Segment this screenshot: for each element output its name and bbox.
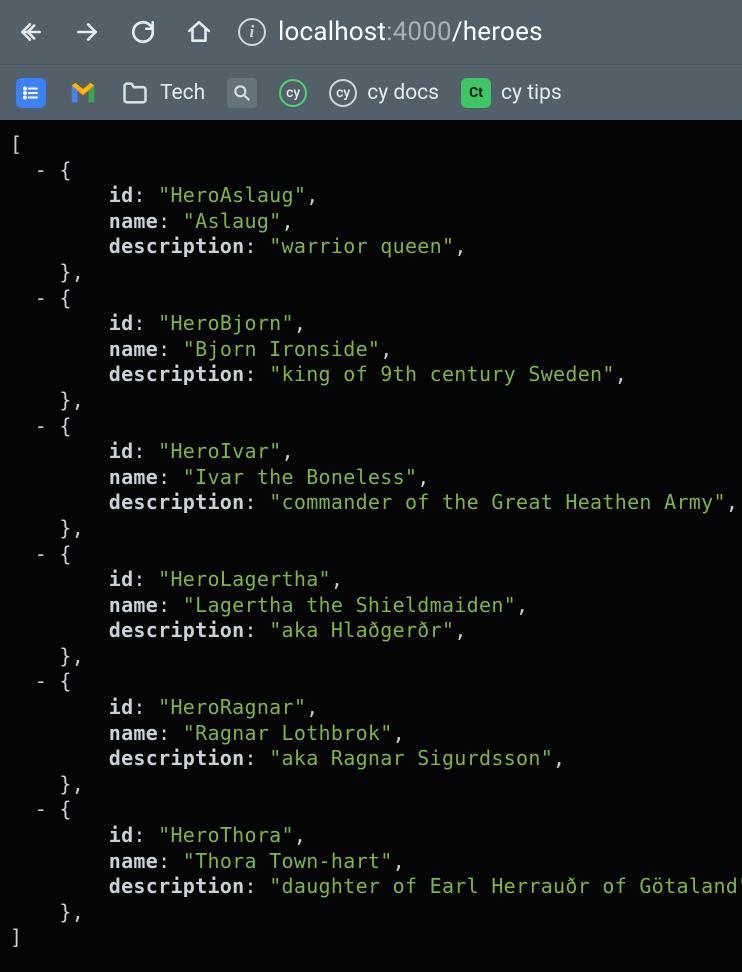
folder-icon [120, 78, 150, 108]
info-icon[interactable]: i [238, 18, 266, 46]
back-button[interactable] [14, 15, 48, 49]
url-bar[interactable]: i localhost:4000/heroes [238, 17, 728, 47]
bookmark-search[interactable] [225, 74, 259, 112]
home-button[interactable] [182, 15, 216, 49]
cypress-tips-icon: Ct [461, 78, 491, 108]
list-icon [16, 78, 46, 108]
bookmark-label: Tech [160, 81, 205, 105]
url-port: :4000 [386, 17, 452, 47]
bookmark-bar: Tech cy cy cy docs Ct cy tips [0, 64, 742, 120]
bookmark-tech-folder[interactable]: Tech [118, 74, 207, 112]
bookmark-label: cy docs [367, 81, 439, 105]
json-response-body: [ - { id: "HeroAslaug", name: "Aslaug", … [0, 120, 742, 972]
bookmark-cypress-1[interactable]: cy [277, 75, 309, 111]
forward-button[interactable] [70, 15, 104, 49]
bookmark-list-app[interactable] [14, 74, 48, 112]
bookmark-gmail[interactable] [66, 74, 100, 112]
url-host: localhost [278, 17, 386, 47]
bookmark-label: cy tips [501, 81, 562, 105]
cypress-icon: cy [329, 79, 357, 107]
browser-toolbar: i localhost:4000/heroes [0, 0, 742, 64]
gmail-icon [68, 78, 98, 108]
reload-button[interactable] [126, 15, 160, 49]
url-path: /heroes [452, 17, 543, 47]
bookmark-cy-tips[interactable]: Ct cy tips [459, 74, 564, 112]
bookmark-cy-docs[interactable]: cy cy docs [327, 75, 441, 111]
cypress-icon: cy [279, 79, 307, 107]
search-icon [227, 78, 257, 108]
url-text: localhost:4000/heroes [278, 17, 543, 47]
